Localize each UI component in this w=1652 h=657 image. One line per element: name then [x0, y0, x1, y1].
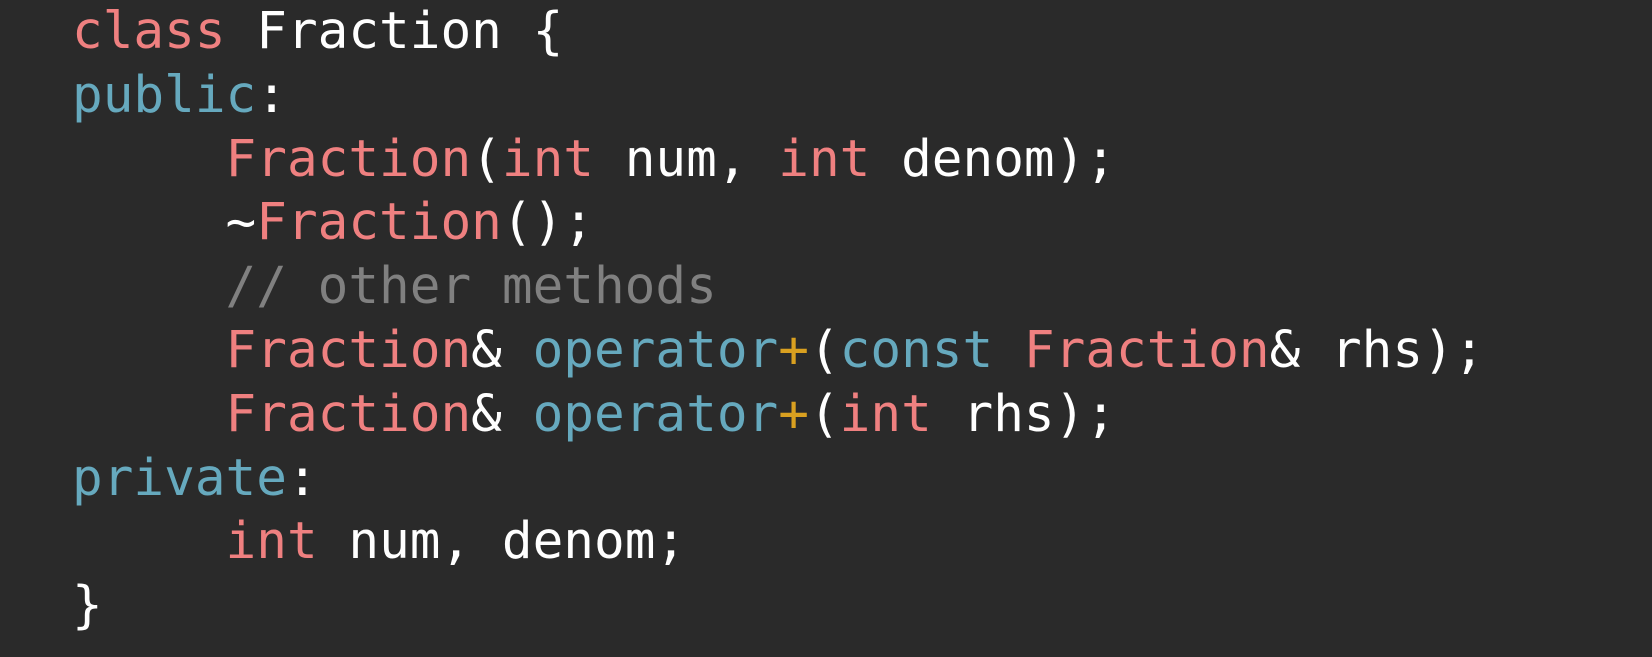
code-token-plain: & — [471, 384, 533, 444]
code-line: class Fraction { — [72, 0, 1485, 64]
code-token-plain: denom); — [870, 129, 1117, 189]
code-token-keyword: Fraction — [256, 193, 502, 253]
code-line: ~Fraction(); — [72, 191, 1485, 255]
code-token-plain: ( — [808, 384, 840, 444]
code-token-access: private — [72, 448, 287, 508]
code-token-operator: + — [778, 320, 809, 380]
code-token-plain: & rhs); — [1269, 320, 1485, 380]
code-line: Fraction(int num, int denom); — [72, 128, 1485, 192]
code-line: public: — [72, 64, 1485, 128]
code-token-keyword: int — [778, 129, 871, 189]
code-token-keyword: int — [839, 384, 932, 444]
code-token-keyword: Fraction — [1023, 320, 1270, 380]
code-token-keyword: Fraction — [225, 320, 472, 380]
code-token-plain: ~ — [72, 193, 257, 253]
code-token-keyword: Fraction — [225, 129, 472, 189]
code-line: int num, denom; — [72, 510, 1485, 574]
code-token-access: const — [839, 320, 994, 380]
code-token-comment: // other methods — [72, 257, 717, 317]
code-token-plain: & — [471, 320, 533, 380]
code-token-plain: rhs); — [931, 384, 1117, 444]
code-token-plain: } — [72, 576, 103, 636]
code-token-keyword: class — [72, 2, 226, 61]
code-token-plain: (); — [501, 193, 594, 253]
code-token-operator: + — [778, 384, 809, 444]
code-line: Fraction& operator+(const Fraction& rhs)… — [72, 319, 1485, 383]
code-token-access: operator — [532, 320, 779, 380]
code-line: // other methods — [72, 255, 1485, 319]
code-token-plain: Fraction { — [225, 2, 564, 61]
code-token-plain: ( — [471, 129, 502, 189]
code-token-keyword: int — [225, 512, 318, 572]
code-token-keyword: int — [501, 129, 595, 189]
code-token-plain: : — [286, 448, 318, 508]
code-editor: class Fraction {public: Fraction(int num… — [0, 0, 1652, 657]
code-token-plain: ( — [808, 320, 840, 380]
code-token-keyword: Fraction — [225, 384, 472, 444]
code-line: private: — [72, 447, 1485, 511]
code-token-plain: num, denom; — [317, 512, 687, 572]
code-token-access: public — [72, 65, 257, 125]
code-token-plain: num, — [594, 129, 779, 189]
code-token-access: operator — [532, 384, 779, 444]
code-line: Fraction& operator+(int rhs); — [72, 383, 1485, 447]
code-line: } — [72, 574, 1485, 638]
code-block: class Fraction {public: Fraction(int num… — [72, 0, 1485, 638]
code-token-plain: : — [256, 65, 287, 125]
